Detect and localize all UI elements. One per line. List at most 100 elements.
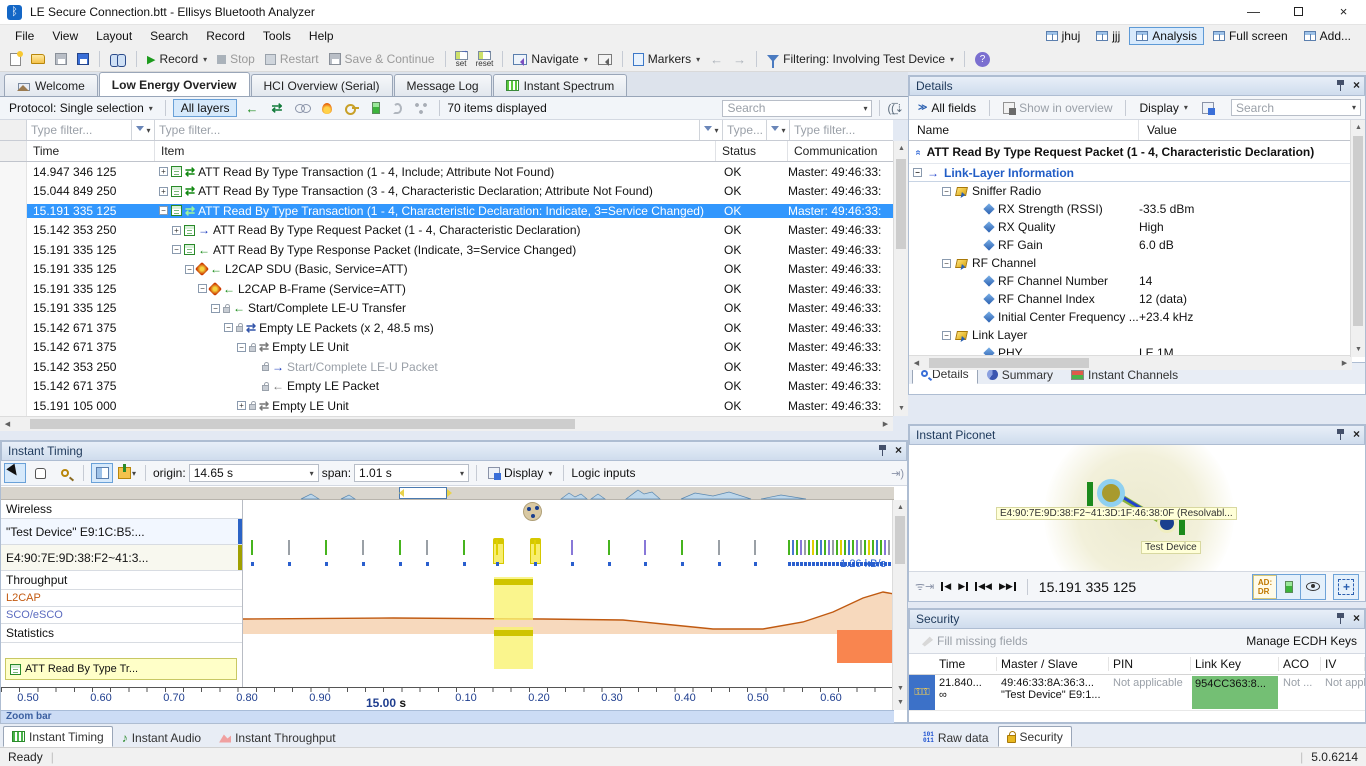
table-row[interactable]: 15.191 335 125 − ← Start/Complete LE-U T… <box>0 298 893 318</box>
live-follow-icon[interactable]: ᯤ⇥ <box>915 579 934 594</box>
time-filter-input[interactable]: Type filter... <box>27 120 132 140</box>
table-row[interactable]: 15.044 849 250 + ⇄ ATT Read By Type Tran… <box>0 181 893 201</box>
table-row[interactable]: 15.191 335 125 − ← L2CAP B-Frame (Servic… <box>0 279 893 299</box>
antenna-icon[interactable]: ((̲̅⇣ <box>887 102 904 115</box>
panel-close-icon[interactable]: × <box>895 443 902 457</box>
bottom-tab[interactable]: ♪ Instant Audio <box>113 728 210 747</box>
menu-item[interactable]: View <box>43 27 87 45</box>
details-row[interactable]: − Sniffer Radio <box>909 182 1365 200</box>
panel-close-icon[interactable]: × <box>1353 611 1360 625</box>
item-filter-input[interactable]: Type filter... <box>155 120 700 140</box>
save-as-button[interactable] <box>73 51 93 67</box>
marker-drop-button[interactable]: ▾ <box>116 463 138 483</box>
display-button[interactable]: Display ▾ <box>484 463 556 483</box>
timing-lane-label[interactable]: "Test Device" E9:1C:B5:... <box>1 519 242 545</box>
stop-button[interactable]: Stop <box>213 50 259 68</box>
minimize-button[interactable]: — <box>1231 0 1276 25</box>
comm-filter-input[interactable]: Type filter... <box>790 120 893 140</box>
timing-overview-strip[interactable] <box>1 487 1172 500</box>
save-button[interactable] <box>51 51 71 67</box>
address-toggle-button[interactable]: AD: DR <box>1253 574 1277 599</box>
battery-toggle-button[interactable] <box>1277 574 1301 599</box>
fill-missing-button[interactable]: Fill missing fields <box>917 633 1033 649</box>
help-button[interactable]: ? <box>971 50 994 69</box>
collapse-chevron-icon[interactable]: « <box>912 149 923 155</box>
expand-toggle-icon[interactable]: − <box>172 245 181 255</box>
security-column-header[interactable]: PIN <box>1109 657 1191 671</box>
zoom-tool-button[interactable] <box>54 463 76 483</box>
details-search-input[interactable]: Search ▾ <box>1231 99 1361 116</box>
table-row[interactable]: 15.191 105 000 + ⇄ Empty LE Unit OK Mast… <box>0 396 893 416</box>
timing-vertical-scrollbar[interactable]: ▲ ▼ ▼ <box>892 500 907 710</box>
name-column-header[interactable]: Name <box>909 120 1139 140</box>
document-tab[interactable]: Message Log <box>393 74 492 96</box>
visibility-toggle-button[interactable] <box>1301 575 1325 599</box>
security-column-header[interactable]: Time <box>935 657 997 671</box>
details-row[interactable]: − → Link-Layer Information <box>909 164 1365 182</box>
status-filter-input[interactable]: Type... <box>723 120 767 140</box>
fit-view-button[interactable] <box>1334 575 1358 599</box>
table-row[interactable]: 15.142 671 375 − ⇄ Empty LE Unit OK Mast… <box>0 337 893 357</box>
table-row[interactable]: 14.947 346 125 + ⇄ ATT Read By Type Tran… <box>0 162 893 182</box>
details-row[interactable]: RF Channel Number 14 <box>909 272 1365 290</box>
status-filter-funnel[interactable]: ▾ <box>767 120 790 140</box>
zoom-bar[interactable]: Zoom bar <box>1 710 894 723</box>
expand-toggle-icon[interactable]: + <box>237 401 246 411</box>
expand-toggle-icon[interactable]: − <box>185 264 194 274</box>
reset-button[interactable]: reset <box>473 47 497 68</box>
security-column-header[interactable]: Link Key <box>1191 657 1279 671</box>
expand-toggle-icon[interactable]: − <box>237 342 246 352</box>
expand-toggle-icon[interactable]: − <box>198 284 207 294</box>
swap-arrows-button[interactable]: ⇄ <box>266 99 287 117</box>
table-row[interactable]: 15.191 335 125 − ← ATT Read By Type Resp… <box>0 240 893 260</box>
open-file-button[interactable] <box>27 52 49 66</box>
set-button[interactable]: set <box>452 47 471 68</box>
pin-icon[interactable] <box>1336 79 1345 91</box>
battery-button[interactable] <box>367 101 385 115</box>
timing-lane-label[interactable]: L2CAP <box>1 590 242 607</box>
protocol-select[interactable]: Protocol: Single selection ▾ <box>4 100 158 116</box>
expand-toggle-icon[interactable]: − <box>942 258 951 268</box>
layout-button[interactable]: Analysis <box>1129 27 1204 45</box>
pin-icon[interactable] <box>1336 428 1345 440</box>
table-horizontal-scrollbar[interactable]: ◀ ▶ <box>0 416 893 431</box>
table-row[interactable]: 15.142 353 250 → Start/Complete LE-U Pac… <box>0 357 893 377</box>
pan-tool-button[interactable] <box>29 463 51 483</box>
details-row[interactable]: RF Channel Index 12 (data) <box>909 290 1365 308</box>
alert-button[interactable] <box>317 102 337 115</box>
restart-button[interactable]: Restart <box>261 50 323 68</box>
show-in-overview-button[interactable]: Show in overview <box>998 100 1117 116</box>
expand-toggle-icon[interactable]: − <box>211 303 220 313</box>
last-event-button[interactable]: ▶▶ <box>999 581 1016 592</box>
timing-lane-label[interactable]: E4:90:7E:9D:38:F2~41:3... <box>1 545 242 571</box>
select-tool-button[interactable] <box>4 463 26 483</box>
copy-button[interactable] <box>1197 101 1219 115</box>
menu-item[interactable]: Help <box>300 27 343 45</box>
menu-item[interactable]: Search <box>141 27 197 45</box>
find-button[interactable] <box>106 52 130 67</box>
all-fields-button[interactable]: ≫ All fields <box>913 100 981 116</box>
pin-icon[interactable] <box>1336 612 1345 624</box>
next-event-button[interactable]: ▶ <box>958 581 969 592</box>
bottom-tab[interactable]: Instant Throughput <box>210 728 345 747</box>
expand-toggle-icon[interactable]: − <box>913 168 922 177</box>
markers-button[interactable]: Markers ▾ <box>629 50 704 68</box>
column-header-item[interactable]: Item <box>155 141 716 161</box>
link-button[interactable] <box>290 103 314 113</box>
details-row[interactable]: RX Strength (RSSI) -33.5 dBm <box>909 200 1365 218</box>
layout-button[interactable]: jhuj <box>1039 27 1088 45</box>
table-row[interactable]: 15.142 671 375 ← Empty LE Packet OK Mast… <box>0 376 893 396</box>
prev-event-button[interactable]: ◀ <box>941 581 951 592</box>
timing-lane-label[interactable]: Wireless <box>1 500 242 519</box>
timing-lane-label[interactable]: Statistics <box>1 624 242 643</box>
filtering-button[interactable]: Filtering: Involving Test Device ▾ <box>763 50 958 68</box>
expand-toggle-icon[interactable]: − <box>942 186 951 196</box>
key-button[interactable] <box>340 103 364 115</box>
topology-button[interactable] <box>410 102 432 115</box>
columns-button[interactable] <box>91 463 113 483</box>
maximize-button[interactable] <box>1276 0 1321 25</box>
layout-button[interactable]: Add... <box>1297 27 1358 45</box>
security-column-header[interactable]: ACO <box>1279 657 1321 671</box>
table-vertical-scrollbar[interactable]: ▲ ▼ <box>893 141 908 416</box>
details-horizontal-scrollbar[interactable]: ◀ ▶ <box>909 355 1352 370</box>
